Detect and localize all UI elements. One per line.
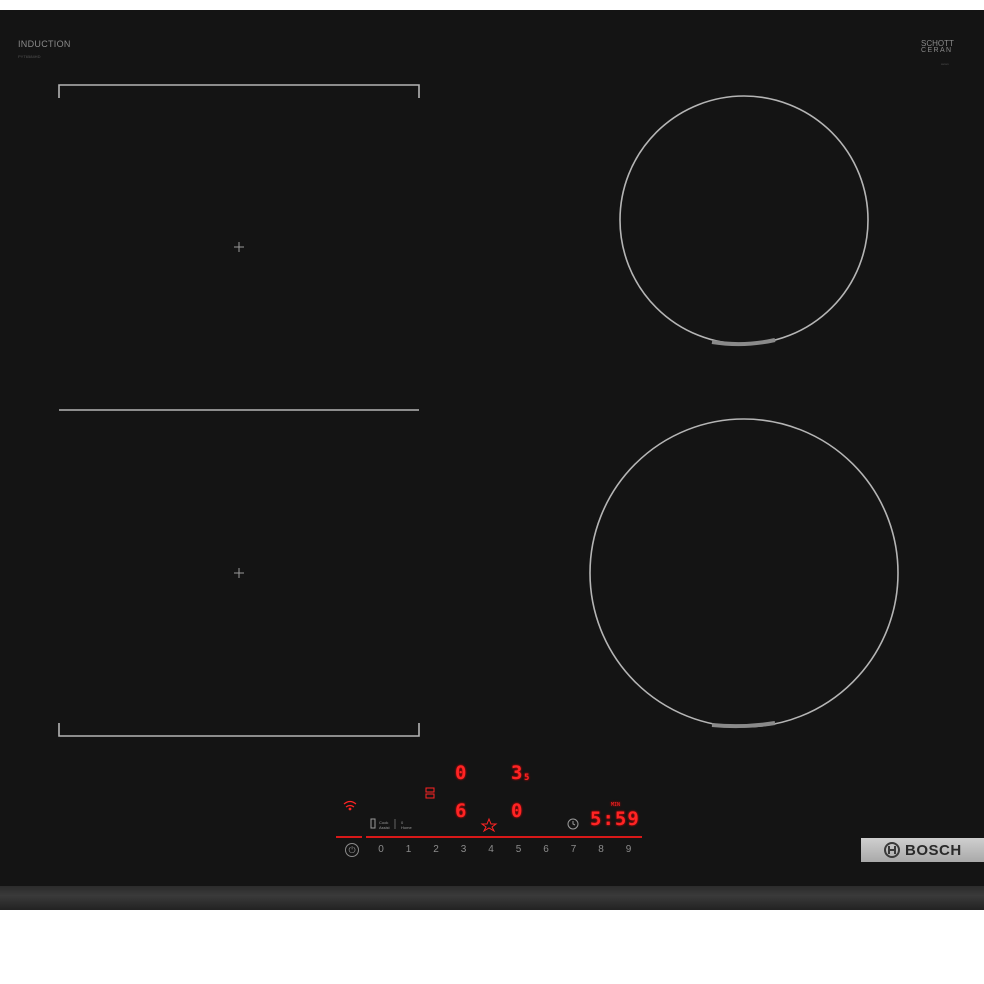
home-connect-label-line2: Home bbox=[401, 825, 412, 830]
wifi-icon bbox=[343, 800, 357, 811]
clock-icon[interactable] bbox=[567, 818, 579, 830]
slider-step-6[interactable]: 6 bbox=[543, 844, 549, 855]
bosch-brand-name: BOSCH bbox=[905, 841, 962, 859]
zone-right-sublevel-display: 5 bbox=[524, 773, 530, 783]
front-right-zone-mark bbox=[711, 721, 776, 729]
home-connect-label: 0 Home bbox=[401, 820, 412, 830]
slider-step-2[interactable]: 2 bbox=[433, 844, 439, 855]
rear-right-zone-mark bbox=[711, 338, 776, 347]
cook-assist-label: Cook Assist bbox=[379, 820, 390, 830]
power-button[interactable]: ⏻ bbox=[345, 843, 359, 857]
slider-step-8[interactable]: 8 bbox=[598, 844, 604, 855]
slider-step-4[interactable]: 4 bbox=[488, 844, 494, 855]
zone-rear-level-display[interactable]: 0 bbox=[455, 762, 466, 784]
zone-front-level-display[interactable]: 6 bbox=[455, 800, 466, 822]
slider-step-1[interactable]: 1 bbox=[406, 844, 412, 855]
front-right-zone bbox=[589, 418, 899, 728]
boost-icon[interactable] bbox=[480, 817, 498, 833]
bosch-logo-icon bbox=[884, 842, 900, 858]
power-indicator-line bbox=[336, 836, 362, 838]
cook-assist-label-line2: Assist bbox=[379, 825, 390, 830]
front-left-zone-center-mark bbox=[234, 568, 244, 578]
slider-step-9[interactable]: 9 bbox=[626, 844, 632, 855]
slider-step-7[interactable]: 7 bbox=[571, 844, 577, 855]
flex-zone-bottom-bracket bbox=[58, 723, 420, 737]
flex-zone bbox=[58, 84, 420, 737]
slider-step-0[interactable]: 0 bbox=[378, 844, 384, 855]
bosch-badge: BOSCH bbox=[861, 838, 984, 862]
zone-front-right-level-display[interactable]: 0 bbox=[511, 800, 522, 822]
timer-display[interactable]: 5:59 bbox=[590, 808, 640, 830]
rear-right-zone bbox=[619, 95, 869, 345]
slider-step-3[interactable]: 3 bbox=[461, 844, 467, 855]
flex-zone-top-bracket bbox=[58, 84, 420, 98]
rear-left-zone-center-mark bbox=[234, 242, 244, 252]
flex-link-icon bbox=[425, 787, 435, 799]
power-slider-track[interactable] bbox=[366, 836, 642, 838]
zone-right-level-display[interactable]: 3 bbox=[511, 762, 522, 784]
slider-step-5[interactable]: 5 bbox=[516, 844, 522, 855]
cook-assist-icon[interactable] bbox=[370, 818, 376, 829]
